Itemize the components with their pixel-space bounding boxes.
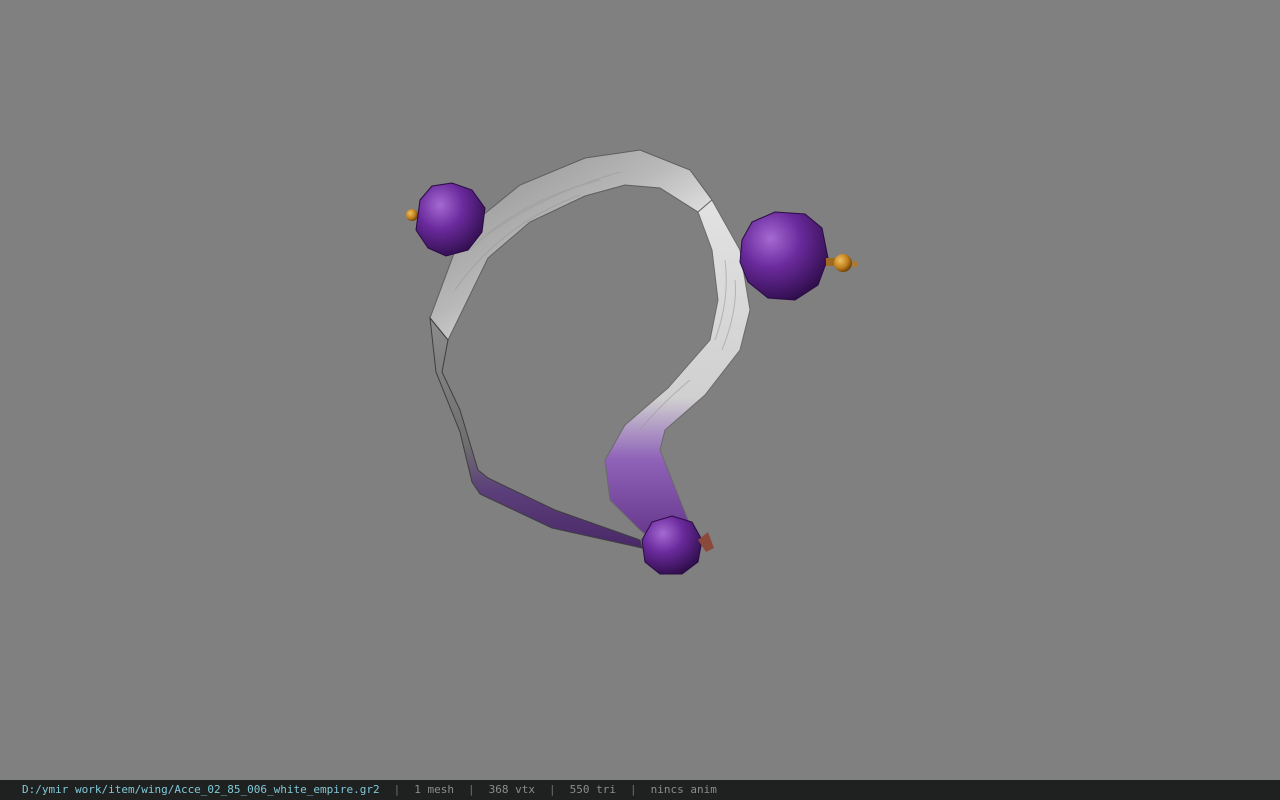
- band-right: [605, 200, 750, 560]
- model-render: [0, 0, 1280, 780]
- separator: |: [380, 783, 415, 796]
- status-bar: D:/ymir work/item/wing/Acce_02_85_006_wh…: [0, 780, 1280, 800]
- file-path: D:/ymir work/item/wing/Acce_02_85_006_wh…: [22, 783, 380, 796]
- mesh-count: 1 mesh: [414, 783, 454, 796]
- separator: |: [454, 783, 489, 796]
- separator: |: [616, 783, 651, 796]
- bead-right: [740, 212, 858, 300]
- band-left: [430, 318, 642, 548]
- anim-status: nincs anim: [651, 783, 717, 796]
- bead-bottom: [642, 516, 714, 574]
- separator: |: [535, 783, 570, 796]
- triangle-count: 550 tri: [570, 783, 616, 796]
- vertex-count: 368 vtx: [489, 783, 535, 796]
- 3d-viewport[interactable]: [0, 0, 1280, 780]
